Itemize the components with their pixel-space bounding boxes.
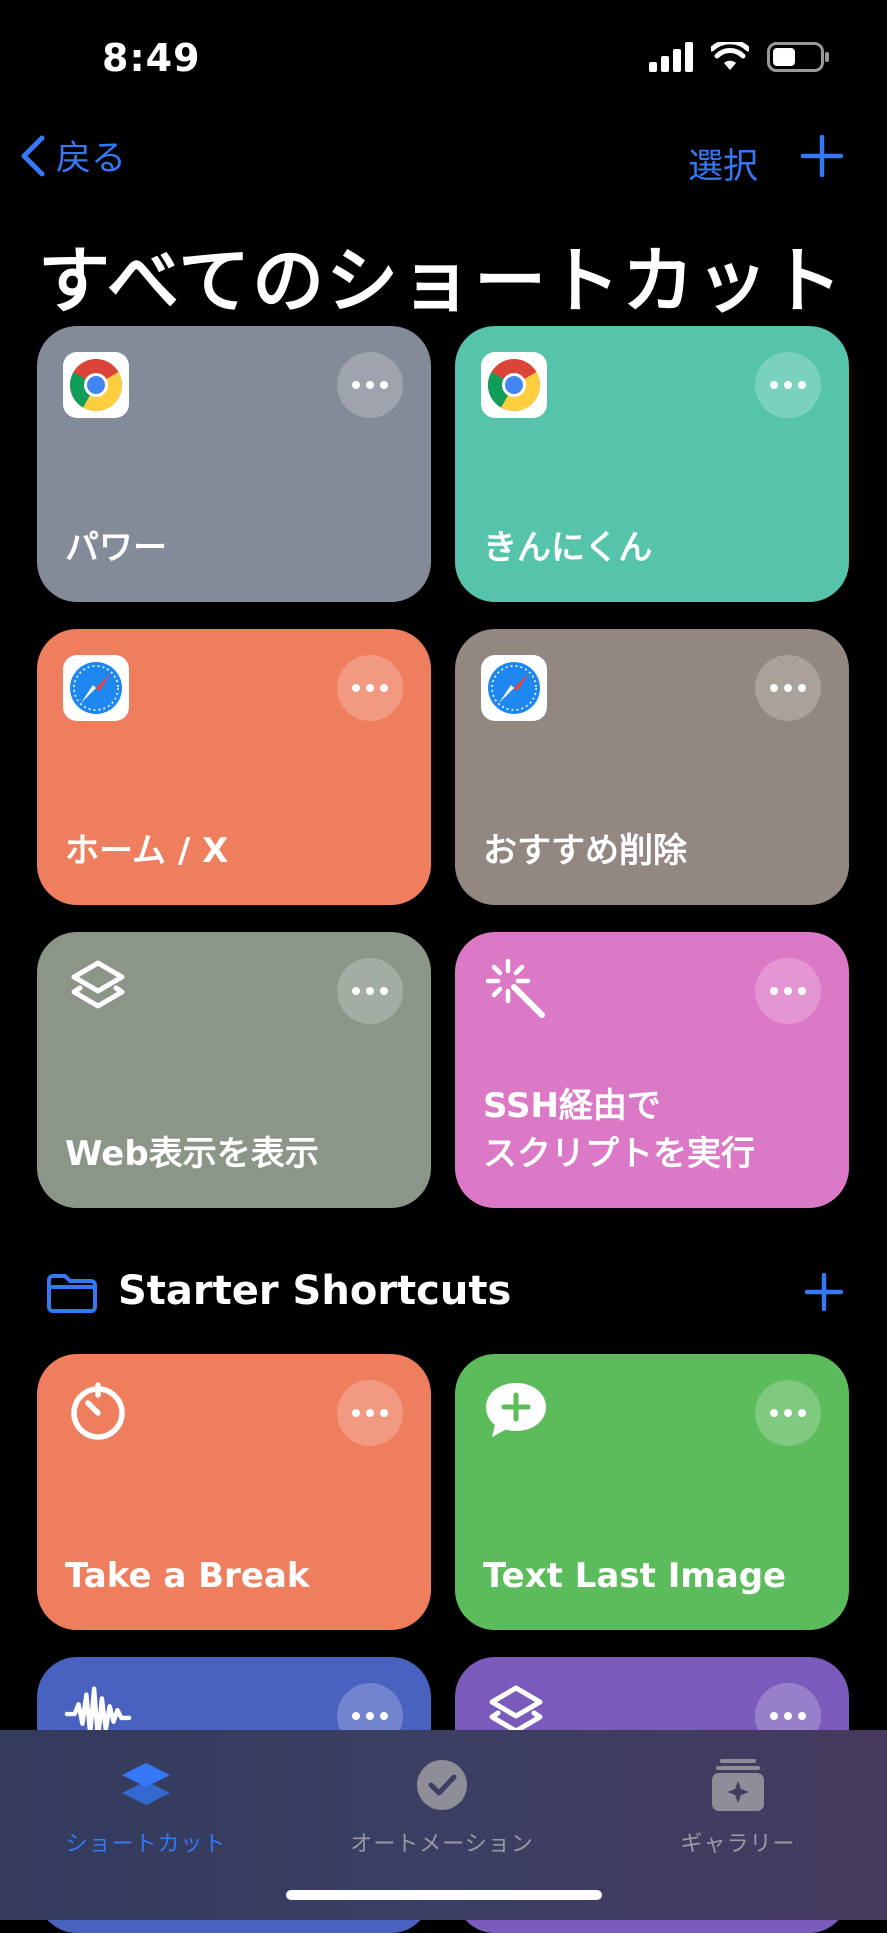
more-options-button[interactable] (755, 1380, 821, 1446)
tab-shortcuts[interactable]: ショートカット (46, 1750, 246, 1858)
ellipsis-icon (784, 381, 792, 389)
ellipsis-icon (366, 381, 374, 389)
layers-icon (122, 1763, 170, 1805)
folder-header[interactable]: Starter Shortcuts (0, 1262, 887, 1322)
wifi-icon (711, 42, 749, 70)
navigation-bar: 戻る 選択 (0, 130, 887, 190)
clock-check-icon (417, 1760, 467, 1810)
magic-wand-icon (481, 954, 551, 1024)
status-bar: 8:49 (0, 0, 887, 120)
more-options-button[interactable] (337, 352, 403, 418)
starter-shortcut-card[interactable]: Take a Break (37, 1354, 431, 1630)
ellipsis-icon (380, 987, 388, 995)
tab-automation[interactable]: オートメーション (342, 1750, 542, 1858)
shortcut-label: ホーム / X (65, 831, 229, 871)
ellipsis-icon (798, 381, 806, 389)
ellipsis-icon (784, 1409, 792, 1417)
shortcut-label: SSH経由で スクリプトを実行 (483, 1086, 755, 1174)
ellipsis-icon (798, 684, 806, 692)
more-options-button[interactable] (755, 352, 821, 418)
tab-label: オートメーション (350, 1832, 534, 1857)
ellipsis-icon (784, 1712, 792, 1720)
ellipsis-icon (380, 1712, 388, 1720)
more-options-button[interactable] (337, 958, 403, 1024)
starter-shortcut-card[interactable]: Text Last Image (455, 1354, 849, 1630)
shortcut-label: おすすめ削除 (483, 831, 687, 871)
timer-icon (63, 1376, 133, 1446)
status-icons (649, 42, 829, 72)
ellipsis-icon (770, 684, 778, 692)
ellipsis-icon (770, 1712, 778, 1720)
ellipsis-icon (798, 987, 806, 995)
ellipsis-icon (380, 1409, 388, 1417)
ellipsis-icon (366, 1409, 374, 1417)
cellular-signal-icon (649, 42, 693, 72)
ellipsis-icon (352, 987, 360, 995)
safari-icon (63, 655, 129, 721)
select-button[interactable]: 選択 (688, 138, 758, 189)
safari-icon (481, 655, 547, 721)
shortcut-card[interactable]: SSH経由で スクリプトを実行 (455, 932, 849, 1208)
shortcut-card[interactable]: きんにくん (455, 326, 849, 602)
ellipsis-icon (366, 987, 374, 995)
more-options-button[interactable] (337, 1380, 403, 1446)
shortcut-card[interactable]: ホーム / X (37, 629, 431, 905)
shortcut-card[interactable]: Web表示を表示 (37, 932, 431, 1208)
folder-add-button[interactable] (804, 1272, 844, 1316)
ellipsis-icon (380, 684, 388, 692)
ellipsis-icon (366, 1712, 374, 1720)
more-options-button[interactable] (337, 655, 403, 721)
plus-icon (804, 1272, 844, 1312)
tab-gallery[interactable]: ギャラリー (638, 1750, 838, 1858)
shortcut-card[interactable]: おすすめ削除 (455, 629, 849, 905)
ellipsis-icon (784, 684, 792, 692)
shortcut-label: パワー (65, 528, 167, 568)
folder-icon (46, 1272, 98, 1318)
add-shortcut-button[interactable] (800, 134, 844, 182)
plus-icon (800, 134, 844, 178)
shortcut-label: Text Last Image (483, 1556, 787, 1596)
message-plus-icon (481, 1376, 551, 1446)
battery-icon (767, 42, 829, 72)
folder-title: Starter Shortcuts (118, 1268, 512, 1314)
more-options-button[interactable] (755, 655, 821, 721)
shortcut-label: Web表示を表示 (65, 1134, 319, 1174)
ellipsis-icon (380, 381, 388, 389)
gallery-icon (712, 1759, 764, 1811)
layers-icon (63, 954, 133, 1024)
ellipsis-icon (784, 987, 792, 995)
ellipsis-icon (798, 1409, 806, 1417)
ellipsis-icon (352, 1712, 360, 1720)
ellipsis-icon (352, 381, 360, 389)
tab-label: ショートカット (65, 1832, 227, 1857)
ellipsis-icon (798, 1712, 806, 1720)
ellipsis-icon (770, 987, 778, 995)
chrome-icon (481, 352, 547, 418)
home-indicator (286, 1890, 602, 1900)
shortcut-label: きんにくん (483, 528, 653, 568)
shortcut-label: Take a Break (65, 1556, 310, 1596)
status-time: 8:49 (102, 36, 201, 80)
ellipsis-icon (770, 1409, 778, 1417)
ellipsis-icon (770, 381, 778, 389)
chevron-left-icon (21, 135, 45, 176)
chrome-icon (63, 352, 129, 418)
ellipsis-icon (352, 684, 360, 692)
page-title: すべてのショートカット (38, 239, 845, 323)
ellipsis-icon (366, 684, 374, 692)
back-button[interactable]: 戻る (18, 130, 126, 181)
tab-label: ギャラリー (680, 1832, 796, 1857)
shortcut-card[interactable]: パワー (37, 326, 431, 602)
ellipsis-icon (352, 1409, 360, 1417)
more-options-button[interactable] (755, 958, 821, 1024)
back-label: 戻る (56, 139, 127, 179)
